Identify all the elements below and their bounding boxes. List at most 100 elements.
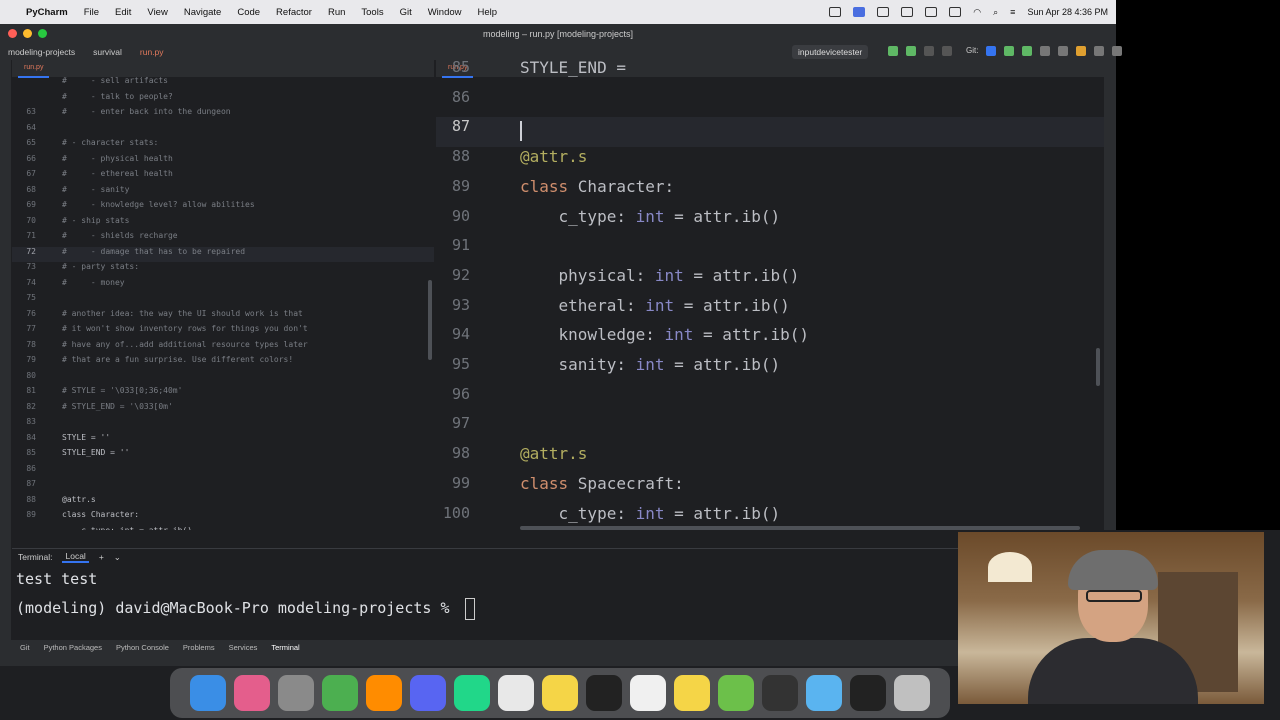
audio-icon[interactable] xyxy=(901,7,914,17)
right-hscrollbar[interactable] xyxy=(520,526,1080,530)
menu-run[interactable]: Run xyxy=(328,7,345,18)
revert-icon[interactable] xyxy=(1058,46,1069,56)
obs-icon[interactable] xyxy=(762,675,798,711)
left-scrollbar[interactable] xyxy=(428,280,432,360)
code-line[interactable]: c_type: int = attr.ib() xyxy=(12,526,434,531)
code-line[interactable]: 70 # - ship stats xyxy=(12,216,434,232)
code-line[interactable]: 84 STYLE = '' xyxy=(12,433,434,449)
code-line[interactable]: 92 physical: int = attr.ib() xyxy=(436,266,1104,296)
menu-edit[interactable]: Edit xyxy=(115,7,131,18)
code-line[interactable]: 99 class Spacecraft: xyxy=(436,474,1104,504)
code-line[interactable]: 73 # - party stats: xyxy=(12,262,434,278)
code-line[interactable]: 65 # - character stats: xyxy=(12,138,434,154)
coverage-icon[interactable] xyxy=(924,46,934,56)
discord-icon[interactable] xyxy=(410,675,446,711)
tool-python-console[interactable]: Python Console xyxy=(116,643,169,652)
terminal-icon[interactable] xyxy=(586,675,622,711)
code-line[interactable]: 78 # have any of...add additional resourc… xyxy=(12,340,434,356)
debug-icon[interactable] xyxy=(906,46,916,56)
git-commit-icon[interactable] xyxy=(1004,46,1015,56)
stop-icon[interactable] xyxy=(942,46,952,56)
terminal-prompt[interactable]: (modeling) david@MacBook-Pro modeling-pr… xyxy=(12,594,958,623)
menu-file[interactable]: File xyxy=(84,7,99,18)
menu-window[interactable]: Window xyxy=(428,7,462,18)
code-line[interactable]: 69 # - knowledge level? allow abilities xyxy=(12,200,434,216)
code-line[interactable]: 97 xyxy=(436,414,1104,444)
display-icon[interactable] xyxy=(877,7,890,17)
code-line[interactable]: 82 # STYLE_END = '\033[0m' xyxy=(12,402,434,418)
gear-icon[interactable] xyxy=(925,7,938,17)
shield-icon[interactable] xyxy=(829,7,842,17)
right-editor[interactable]: run.py 85 STYLE_END = 86 87 88 @attr.s 89 clas… xyxy=(436,60,1104,530)
vlc-icon[interactable] xyxy=(366,675,402,711)
screen-share-icon[interactable] xyxy=(853,7,866,17)
menu-tools[interactable]: Tools xyxy=(361,7,383,18)
menu-git[interactable]: Git xyxy=(400,7,412,18)
code-line[interactable]: 86 xyxy=(12,464,434,480)
git-push-icon[interactable] xyxy=(1022,46,1033,56)
code-line[interactable]: 85 STYLE_END = '' xyxy=(12,448,434,464)
code-line[interactable]: 91 xyxy=(436,236,1104,266)
code-line[interactable]: 74 # - money xyxy=(12,278,434,294)
tool-services[interactable]: Services xyxy=(229,643,258,652)
code-line[interactable]: 76 # another idea: the way the UI should … xyxy=(12,309,434,325)
code-line[interactable]: 96 xyxy=(436,385,1104,415)
search-everywhere-icon[interactable] xyxy=(1094,46,1105,56)
code-line[interactable]: 66 # - physical health xyxy=(12,154,434,170)
clock[interactable]: Sun Apr 28 4:36 PM xyxy=(1027,7,1108,17)
tool-problems[interactable]: Problems xyxy=(183,643,215,652)
wifi-icon[interactable]: ◠ xyxy=(973,7,981,18)
code-line[interactable]: 63 # - enter back into the dungeon xyxy=(12,107,434,123)
menu-navigate[interactable]: Navigate xyxy=(184,7,222,18)
code-line[interactable]: 93 etheral: int = attr.ib() xyxy=(436,296,1104,326)
trash-icon[interactable] xyxy=(894,675,930,711)
breadcrumb-file[interactable]: run.py xyxy=(140,47,164,57)
app-icon[interactable] xyxy=(718,675,754,711)
code-line[interactable]: 85 STYLE_END = xyxy=(436,60,1104,88)
menu-code[interactable]: Code xyxy=(237,7,260,18)
clock-icon[interactable] xyxy=(949,7,962,17)
code-line[interactable]: # - talk to people? xyxy=(12,92,434,108)
finder-icon[interactable] xyxy=(190,675,226,711)
zoom-button[interactable] xyxy=(38,29,47,38)
notes-icon[interactable] xyxy=(542,675,578,711)
run-icon[interactable] xyxy=(888,46,898,56)
code-line[interactable]: 83 xyxy=(12,417,434,433)
code-line[interactable]: 86 xyxy=(436,88,1104,118)
menu-refactor[interactable]: Refactor xyxy=(276,7,312,18)
code-line[interactable]: 89 class Character: xyxy=(436,177,1104,207)
breadcrumb-project[interactable]: modeling-projects xyxy=(8,47,75,57)
tool-terminal[interactable]: Terminal xyxy=(271,643,299,652)
history-icon[interactable] xyxy=(1040,46,1051,56)
code-line[interactable]: 87 xyxy=(12,479,434,495)
code-line[interactable]: 79 # that are a fun surprise. Use differe… xyxy=(12,355,434,371)
folder-icon[interactable] xyxy=(806,675,842,711)
close-button[interactable] xyxy=(8,29,17,38)
code-line[interactable]: 75 xyxy=(12,293,434,309)
code-line[interactable]: 88 @attr.s xyxy=(436,147,1104,177)
terminal-tab-local[interactable]: Local xyxy=(62,551,89,563)
code-line[interactable]: 67 # - ethereal health xyxy=(12,169,434,185)
pycharm-icon[interactable] xyxy=(454,675,490,711)
right-scrollbar[interactable] xyxy=(1096,348,1100,386)
code-line[interactable]: 77 # it won't show inventory rows for thi… xyxy=(12,324,434,340)
code-line[interactable]: 95 sanity: int = attr.ib() xyxy=(436,355,1104,385)
settings-icon[interactable] xyxy=(1112,46,1123,56)
app-menu[interactable]: PyCharm xyxy=(26,7,68,18)
left-code-area[interactable]: # - sell artifacts # - talk to people? 63 #… xyxy=(12,76,434,531)
screen-icon[interactable] xyxy=(850,675,886,711)
sync-icon[interactable] xyxy=(322,675,358,711)
system-settings-icon[interactable] xyxy=(278,675,314,711)
chrome-icon[interactable] xyxy=(498,675,534,711)
add-terminal-icon[interactable]: + xyxy=(99,552,104,562)
menu-help[interactable]: Help xyxy=(478,7,498,18)
left-editor[interactable]: run.py # - sell artifacts # - talk to peo… xyxy=(12,60,434,530)
code-line[interactable]: 64 xyxy=(12,123,434,139)
git-update-icon[interactable] xyxy=(986,46,997,56)
terminal-panel[interactable]: Terminal: Local + ⌄ test test (modeling)… xyxy=(12,548,958,640)
code-line[interactable]: 72 # - damage that has to be repaired xyxy=(12,246,434,262)
chevron-down-icon[interactable]: ⌄ xyxy=(114,552,121,563)
tool-git[interactable]: Git xyxy=(20,643,30,652)
code-line[interactable]: 90 c_type: int = attr.ib() xyxy=(436,207,1104,237)
document-icon[interactable] xyxy=(630,675,666,711)
